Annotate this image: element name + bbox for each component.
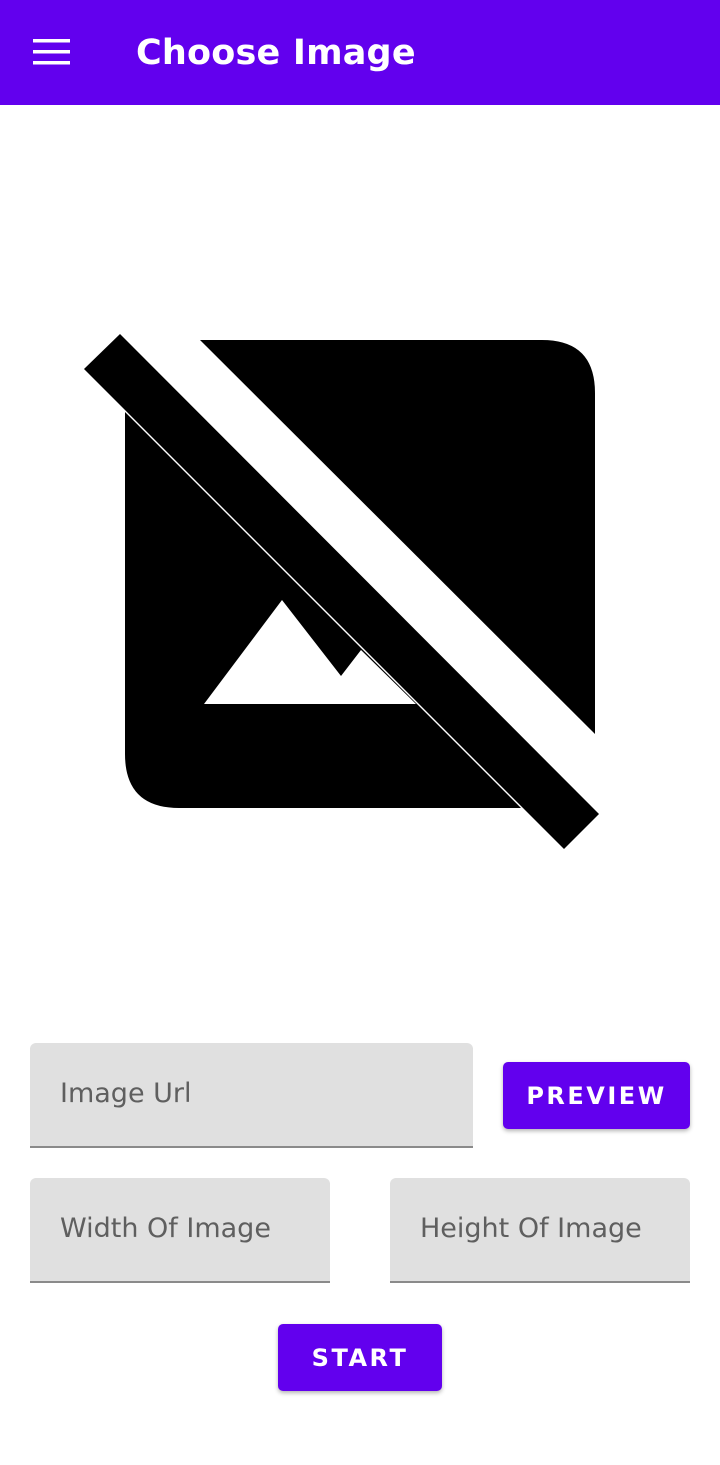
start-button[interactable]: START — [278, 1324, 442, 1391]
image-url-field[interactable]: Image Url — [30, 1043, 473, 1148]
width-placeholder: Width Of Image — [60, 1213, 271, 1244]
menu-button[interactable] — [22, 22, 82, 82]
height-field[interactable]: Height Of Image — [390, 1178, 690, 1283]
height-placeholder: Height Of Image — [420, 1213, 642, 1244]
width-field[interactable]: Width Of Image — [30, 1178, 330, 1283]
image-not-supported-icon — [80, 330, 605, 855]
hamburger-menu-icon — [33, 38, 71, 66]
image-url-placeholder: Image Url — [60, 1078, 192, 1109]
page-title: Choose Image — [136, 33, 416, 73]
preview-button[interactable]: PREVIEW — [503, 1062, 690, 1129]
app-bar: Choose Image — [0, 0, 720, 105]
app-screen: Choose Image Image Url PREVIEW Width Of … — [0, 0, 720, 1465]
